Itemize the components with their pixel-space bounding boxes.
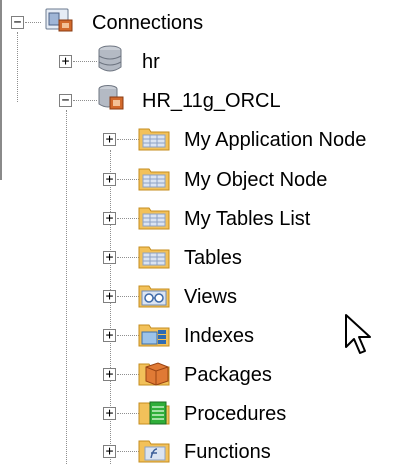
tree-node-procedures[interactable]: + Procedures [0, 395, 415, 431]
expand-toggle[interactable]: + [103, 133, 116, 146]
tree-node-tables[interactable]: + Tables [0, 239, 415, 275]
tree-node-label: My Application Node [184, 129, 367, 151]
tree-branch [73, 61, 97, 62]
tree-node-label: Views [184, 286, 237, 308]
tree-branch [117, 335, 139, 336]
tree-node-my-object-node[interactable]: + My Object Node [0, 161, 415, 197]
tree-branch [117, 179, 139, 180]
folder-icon [138, 164, 170, 192]
views-folder-icon [138, 281, 170, 309]
packages-folder-icon [138, 359, 170, 387]
tree-node-my-application-node[interactable]: + My Application Node [0, 121, 415, 157]
tree-node-label: Indexes [184, 325, 255, 347]
tree-node-label: Functions [184, 441, 271, 463]
connections-tree: − Connections + hr − HR_11g_ORCL + My Ap… [0, 0, 415, 464]
tree-branch [25, 22, 41, 23]
tree-node-hr[interactable]: + hr [0, 43, 415, 79]
tree-branch [73, 100, 97, 101]
tree-branch [117, 451, 139, 452]
tree-node-label: Tables [184, 247, 242, 269]
procedures-folder-icon [138, 398, 170, 426]
tree-branch [117, 296, 139, 297]
mouse-pointer-icon [344, 313, 374, 357]
tree-node-hr-11g-orcl[interactable]: − HR_11g_ORCL [0, 82, 415, 118]
expand-toggle[interactable]: + [103, 407, 116, 420]
tree-node-label: hr [142, 51, 160, 73]
expand-toggle[interactable]: + [103, 251, 116, 264]
tree-node-label: Connections [92, 12, 204, 34]
collapse-toggle[interactable]: − [59, 94, 72, 107]
expand-toggle[interactable]: + [103, 329, 116, 342]
tree-branch [117, 374, 139, 375]
expand-toggle[interactable]: + [103, 212, 116, 225]
tree-branch [117, 413, 139, 414]
expand-toggle[interactable]: + [103, 290, 116, 303]
expand-toggle[interactable]: + [103, 445, 116, 458]
tree-branch [117, 218, 139, 219]
tree-node-label: Packages [184, 364, 272, 386]
connection-icon [96, 84, 126, 112]
connections-icon [44, 6, 74, 34]
expand-toggle[interactable]: + [103, 368, 116, 381]
functions-folder-icon [138, 436, 170, 464]
tree-node-views[interactable]: + Views [0, 278, 415, 314]
database-icon [96, 45, 126, 73]
tree-branch [117, 139, 139, 140]
folder-icon [138, 124, 170, 152]
tree-node-my-tables-list[interactable]: + My Tables List [0, 200, 415, 236]
tree-node-label: Procedures [184, 403, 287, 425]
folder-icon [138, 203, 170, 231]
tree-node-label: My Tables List [184, 208, 311, 230]
tree-node-packages[interactable]: + Packages [0, 356, 415, 392]
tree-branch [117, 257, 139, 258]
expand-toggle[interactable]: + [103, 173, 116, 186]
collapse-toggle[interactable]: − [11, 16, 24, 29]
tables-folder-icon [138, 242, 170, 270]
indexes-folder-icon [138, 320, 170, 348]
tree-node-label: My Object Node [184, 169, 328, 191]
tree-node-label: HR_11g_ORCL [142, 90, 281, 112]
expand-toggle[interactable]: + [59, 55, 72, 68]
tree-node-connections[interactable]: − Connections [0, 4, 415, 40]
